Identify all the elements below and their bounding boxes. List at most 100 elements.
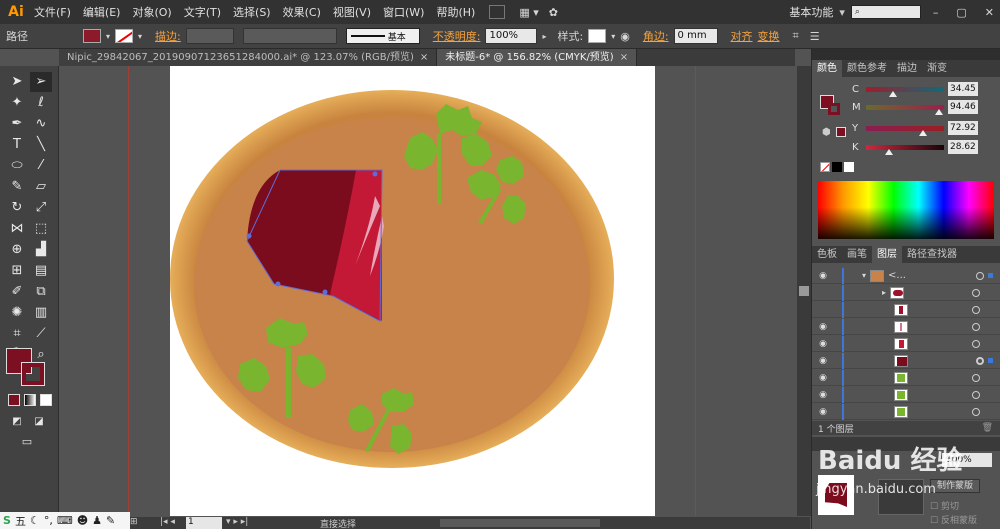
chevron-down-icon[interactable]: ▾ <box>106 32 110 41</box>
layer-row[interactable]: ◉ <box>812 403 1000 420</box>
slider-thumb[interactable] <box>918 129 927 136</box>
punctuation-icon[interactable]: °, <box>44 514 53 527</box>
layer-row[interactable]: ◉ <box>812 318 1000 335</box>
panel-stroke-swatch[interactable] <box>828 103 840 115</box>
none-mode-icon[interactable] <box>40 394 52 406</box>
layer-row[interactable]: ▸ <box>812 284 1000 301</box>
eye-icon[interactable]: ◉ <box>816 356 830 366</box>
slider-y[interactable]: Y 72.92 <box>852 120 997 136</box>
stroke-color-box[interactable] <box>21 362 45 386</box>
cube-icon[interactable]: ⬢ <box>822 127 831 138</box>
target-icon[interactable] <box>972 322 980 331</box>
eye-icon[interactable]: ◉ <box>816 339 830 349</box>
artboard-tool-icon[interactable]: ⌗ <box>6 324 28 344</box>
layer-row[interactable]: ◉ ▾ <... <box>812 267 1000 284</box>
lasso-icon[interactable]: ℓ <box>30 93 52 113</box>
slider-track[interactable] <box>866 144 944 155</box>
layer-name[interactable]: <... <box>888 270 906 281</box>
target-icon[interactable] <box>972 407 980 416</box>
slider-track[interactable] <box>866 104 944 115</box>
ellipse-tool-icon[interactable]: ⬭ <box>6 156 28 176</box>
line-tool-icon[interactable]: ╲ <box>30 135 52 155</box>
layer-row[interactable]: ◉ <box>812 335 1000 352</box>
slider-value[interactable]: 72.92 <box>948 121 978 135</box>
arrange-documents-icon[interactable]: ▦ ▾ <box>519 6 538 19</box>
pen-tool-icon[interactable]: ✒ <box>6 114 28 134</box>
zoom-tool-icon[interactable]: ⌕ <box>30 345 52 365</box>
eye-icon[interactable]: ◉ <box>816 271 830 281</box>
anchor-point[interactable] <box>372 171 378 177</box>
expand-icon[interactable]: ▸ <box>882 288 886 297</box>
chevron-down-icon[interactable]: ▾ <box>138 32 142 41</box>
paintbrush-icon[interactable]: ⁄ <box>30 156 52 176</box>
close-icon[interactable]: ✕ <box>979 6 1000 19</box>
layer-row[interactable] <box>812 301 1000 318</box>
tab-document-2[interactable]: 未标题-6* @ 156.82% (CMYK/预览) × <box>437 49 638 66</box>
tab-stroke[interactable]: 描边 <box>892 60 922 77</box>
make-mask-button[interactable]: 制作蒙版 <box>930 479 980 493</box>
slider-k[interactable]: K 28.62 <box>852 139 997 155</box>
target-icon[interactable] <box>976 356 984 365</box>
black-swatch[interactable] <box>832 162 842 172</box>
draw-behind-icon[interactable]: ◪ <box>28 412 50 432</box>
menu-effect[interactable]: 效果(C) <box>277 4 327 20</box>
horizontal-scrollbar[interactable] <box>440 519 600 527</box>
none-swatch[interactable] <box>820 162 830 172</box>
small-swatch[interactable] <box>836 127 846 137</box>
artboard[interactable] <box>170 66 655 516</box>
isolate-icon[interactable]: ⌗ <box>793 29 799 43</box>
opacity-label[interactable]: 不透明度: <box>433 28 481 44</box>
chevron-right-icon[interactable]: ▸ <box>542 32 546 41</box>
minimize-icon[interactable]: – <box>927 6 945 19</box>
clip-checkbox[interactable]: ☐ 剪切 <box>930 499 959 512</box>
magic-wand-icon[interactable]: ✦ <box>6 93 28 113</box>
gradient-mode-icon[interactable] <box>24 394 36 406</box>
invert-mask-checkbox[interactable]: ☐ 反相蒙版 <box>930 513 977 526</box>
tab-color-guide[interactable]: 颜色参考 <box>842 60 892 77</box>
curvature-tool-icon[interactable]: ∿ <box>30 114 52 134</box>
eye-icon[interactable]: ◉ <box>816 407 830 417</box>
layer-row[interactable]: ◉ <box>812 352 1000 369</box>
direct-selection-tool-icon[interactable]: ➢ <box>30 72 52 92</box>
next-page-icon[interactable]: ▾ ▸ ▸| <box>226 517 248 527</box>
selection-indicator[interactable] <box>988 273 993 278</box>
slider-value[interactable]: 34.45 <box>948 82 978 96</box>
slider-thumb[interactable] <box>884 148 893 155</box>
white-swatch[interactable] <box>844 162 854 172</box>
menu-select[interactable]: 选择(S) <box>227 4 277 20</box>
close-icon[interactable]: × <box>620 52 628 63</box>
user-icon[interactable]: ☻ <box>77 514 88 527</box>
target-icon[interactable] <box>972 373 980 382</box>
menu-help[interactable]: 帮助(H) <box>430 4 481 20</box>
ime-mode[interactable]: 五 <box>15 513 26 529</box>
vertical-scrollbar[interactable] <box>797 66 811 516</box>
tools-icon[interactable]: ✎ <box>106 514 115 527</box>
expand-icon[interactable]: ▾ <box>862 271 866 280</box>
eye-icon[interactable]: ◉ <box>816 322 830 332</box>
artboard-number-field[interactable]: 1 <box>186 517 222 529</box>
stroke-swatch-none[interactable] <box>115 29 134 43</box>
eye-icon[interactable]: ◉ <box>816 373 830 383</box>
shape-builder-icon[interactable]: ⊕ <box>6 240 28 260</box>
target-icon[interactable] <box>972 305 980 314</box>
pencil-icon[interactable]: ✎ <box>6 177 28 197</box>
tab-gradient[interactable]: 渐变 <box>922 60 952 77</box>
slider-thumb[interactable] <box>935 108 944 115</box>
rotate-tool-icon[interactable]: ↻ <box>6 198 28 218</box>
scale-tool-icon[interactable]: ⤢ <box>30 198 52 218</box>
slider-track[interactable] <box>866 86 944 97</box>
screen-mode-icon[interactable]: ▭ <box>16 432 38 452</box>
menu-window[interactable]: 窗口(W) <box>377 4 430 20</box>
mesh-tool-icon[interactable]: ⊞ <box>6 261 28 281</box>
dock-header[interactable] <box>812 49 1000 60</box>
anchor-point[interactable] <box>246 233 252 239</box>
type-tool-icon[interactable]: T <box>6 135 28 155</box>
slider-thumb[interactable] <box>888 90 897 97</box>
stroke-weight-field[interactable] <box>185 28 234 44</box>
target-icon[interactable] <box>972 339 980 348</box>
opacity-field[interactable]: 100% <box>485 28 538 44</box>
transform-link[interactable]: 变换 <box>758 28 780 44</box>
perspective-grid-icon[interactable]: ▟ <box>30 240 52 260</box>
anchor-point[interactable] <box>322 289 328 295</box>
keyboard-icon[interactable]: ⌨ <box>57 514 73 527</box>
